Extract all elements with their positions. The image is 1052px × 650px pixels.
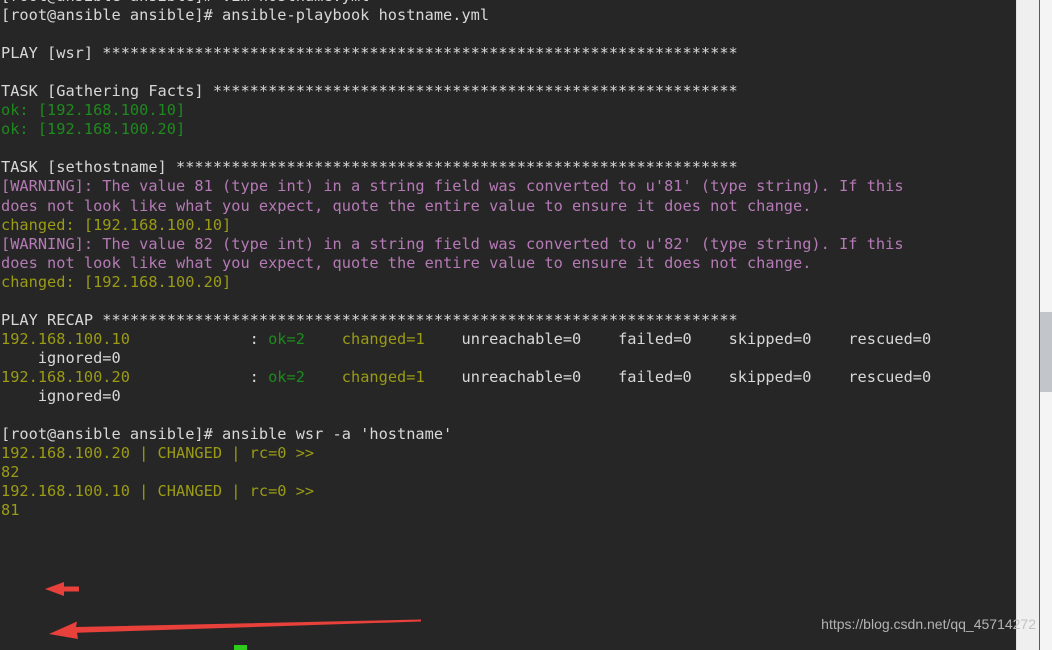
terminal-text: 192.168.100.20 — [1, 367, 130, 386]
terminal-text: changed=1 — [341, 367, 425, 386]
terminal-line: PLAY [wsr] *****************************… — [0, 44, 1016, 63]
terminal-text: unreachable=0 failed=0 skipped=0 rescued… — [424, 329, 932, 348]
terminal-text: does not look like what you expect, quot… — [1, 253, 812, 272]
terminal-output: [root@ansible ansible]# vim hostname.yml… — [0, 0, 1016, 520]
terminal-text: : — [129, 367, 269, 386]
terminal-text: [root@ansible ansible]# ansible-playbook… — [1, 6, 490, 25]
terminal-line: ok: [192.168.100.10] — [0, 101, 1016, 120]
terminal-text: ok: [192.168.100.10] — [1, 101, 186, 120]
terminal-line: [root@ansible ansible]# ansible wsr -a '… — [0, 425, 1016, 444]
terminal-line: [WARNING]: The value 82 (type int) in a … — [0, 235, 1016, 254]
terminal-line: TASK [Gathering Facts] *****************… — [0, 82, 1016, 101]
terminal-text: [WARNING]: The value 82 (type int) in a … — [1, 234, 904, 253]
terminal-text: changed=1 — [341, 329, 425, 348]
terminal-text: 82 — [1, 463, 20, 482]
terminal-text: ok=2 — [268, 329, 305, 348]
terminal-window[interactable]: [root@ansible ansible]# vim hostname.yml… — [0, 0, 1016, 650]
terminal-line: does not look like what you expect, quot… — [0, 197, 1016, 216]
terminal-line: 192.168.100.10 | CHANGED | rc=0 >> — [0, 482, 1016, 501]
terminal-line: [WARNING]: The value 81 (type int) in a … — [0, 177, 1016, 196]
terminal-line: changed: [192.168.100.20] — [0, 273, 1016, 292]
terminal-line: ignored=0 — [0, 387, 1016, 406]
terminal-line: 192.168.100.20 | CHANGED | rc=0 >> — [0, 444, 1016, 463]
terminal-line: PLAY RECAP *****************************… — [0, 311, 1016, 330]
terminal-line: ignored=0 — [0, 349, 1016, 368]
terminal-line: does not look like what you expect, quot… — [0, 254, 1016, 273]
terminal-line: 192.168.100.10 : ok=2 changed=1 unreacha… — [0, 330, 1016, 349]
screenshot-root: [root@ansible ansible]# vim hostname.yml… — [0, 0, 1052, 650]
terminal-text: 192.168.100.20 | CHANGED | rc=0 >> — [1, 444, 315, 463]
terminal-text: 81 — [1, 501, 20, 520]
scrollbar-thumb[interactable] — [1040, 312, 1052, 392]
terminal-line: TASK [sethostname] *********************… — [0, 158, 1016, 177]
terminal-text: unreachable=0 failed=0 skipped=0 rescued… — [424, 367, 932, 386]
terminal-text: ignored=0 — [1, 348, 121, 367]
terminal-text: [root@ansible ansible]# ansible wsr -a '… — [1, 425, 453, 444]
terminal-text: TASK [Gathering Facts] *****************… — [1, 82, 738, 101]
terminal-text: PLAY [wsr] *****************************… — [1, 44, 738, 63]
terminal-line: 82 — [0, 463, 1016, 482]
terminal-line: 192.168.100.20 : ok=2 changed=1 unreacha… — [0, 368, 1016, 387]
watermark-text: https://blog.csdn.net/qq_45714272 — [821, 616, 1036, 632]
terminal-line: ok: [192.168.100.20] — [0, 120, 1016, 139]
terminal-text: ok=2 — [268, 367, 305, 386]
terminal-line: changed: [192.168.100.10] — [0, 216, 1016, 235]
terminal-line: [root@ansible ansible]# ansible-playbook… — [0, 6, 1016, 25]
terminal-line: 81 — [0, 501, 1016, 520]
terminal-cursor — [234, 645, 247, 650]
terminal-text: [root@ansible ansible]# vim hostname.yml — [1, 0, 369, 5]
terminal-text: ok: [192.168.100.20] — [1, 120, 186, 139]
terminal-text: ignored=0 — [1, 386, 121, 405]
terminal-text: 192.168.100.10 — [1, 329, 130, 348]
terminal-text: PLAY RECAP *****************************… — [1, 310, 738, 329]
terminal-text: changed: [192.168.100.10] — [1, 215, 232, 234]
terminal-text: TASK [sethostname] *********************… — [1, 158, 738, 177]
terminal-text: does not look like what you expect, quot… — [1, 196, 812, 215]
terminal-text: 192.168.100.10 | CHANGED | rc=0 >> — [1, 482, 315, 501]
terminal-text: [WARNING]: The value 81 (type int) in a … — [1, 177, 904, 196]
terminal-text: : — [129, 329, 269, 348]
terminal-text: changed: [192.168.100.20] — [1, 272, 232, 291]
